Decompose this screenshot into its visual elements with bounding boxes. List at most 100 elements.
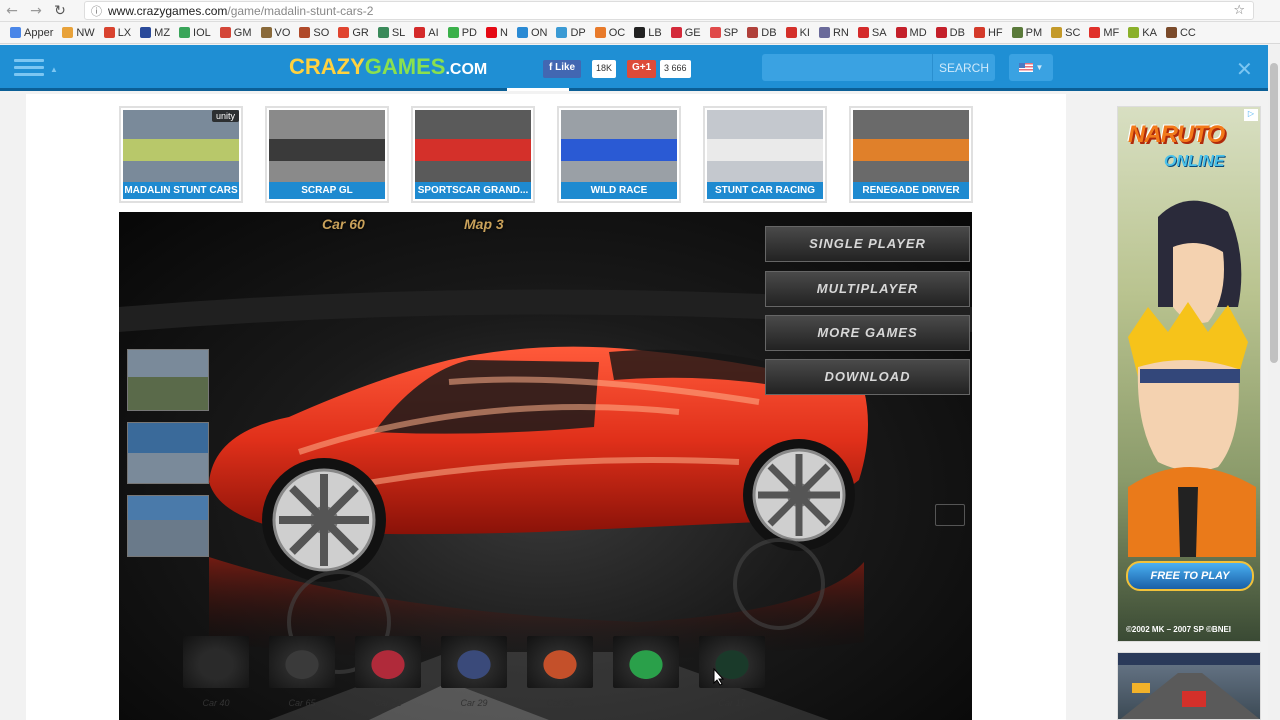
car-option-label: Car 64 (632, 698, 660, 708)
racing-ad-banner[interactable] (1117, 652, 1261, 720)
bookmark-item[interactable]: AI (414, 27, 439, 39)
game-thumbnail-label: RENEGADE DRIVER (853, 182, 969, 199)
google-plus-count: 3 666 (660, 60, 691, 78)
bookmark-item[interactable]: SA (857, 27, 887, 39)
bookmark-item[interactable]: MF (1089, 27, 1119, 39)
bookmark-item[interactable]: DP (556, 27, 586, 39)
bookmark-label: MD (909, 26, 927, 39)
bookmark-item[interactable]: PD (447, 27, 477, 39)
bookmark-favicon-icon (516, 27, 528, 38)
back-icon[interactable]: ← (0, 3, 24, 19)
mouse-cursor-icon (713, 668, 725, 686)
bookmark-item[interactable]: DB (935, 26, 965, 39)
bookmark-item[interactable]: N (485, 27, 508, 39)
game-canvas[interactable]: Car 60 Map 3 SINGLE PLAYER MULTIPLAYER MOR… (119, 212, 972, 720)
bookmark-label: GM (233, 26, 252, 39)
bookmark-item[interactable]: KA (1128, 27, 1157, 39)
bookmark-label: KA (1142, 26, 1157, 39)
forward-icon[interactable]: → (24, 3, 48, 19)
bookmark-favicon-icon (818, 27, 830, 38)
bookmark-item[interactable]: DB (747, 27, 777, 39)
car-option[interactable] (527, 636, 593, 688)
bookmark-item[interactable]: SC (1051, 27, 1080, 39)
menu-button-more-games[interactable]: MORE GAMES (765, 315, 970, 351)
map-thumb-2[interactable] (127, 422, 209, 484)
bookmark-item[interactable]: RN (818, 27, 849, 39)
car-option-label: Car 29 (460, 698, 488, 708)
scroll-thumb[interactable] (1270, 63, 1278, 363)
car-option[interactable] (355, 636, 421, 688)
map-thumb-1[interactable] (127, 349, 209, 411)
bookmark-item[interactable]: KI (785, 27, 810, 39)
menu-caret-icon[interactable]: ▲ (50, 65, 58, 74)
address-bar[interactable]: ⓘ www.crazygames.com/game/madalin-stunt-… (84, 1, 1254, 20)
bookmark-item[interactable]: OC (594, 27, 625, 39)
facebook-like-label: Like (555, 62, 576, 73)
game-thumbnail[interactable]: STUNT CAR RACING (703, 106, 827, 203)
search-button[interactable]: SEARCH (932, 54, 995, 81)
menu-button-download[interactable]: DOWNLOAD (765, 359, 970, 395)
scrollbar[interactable] (1268, 45, 1280, 720)
car-option-label: Car 40 (202, 698, 230, 708)
game-thumbnail[interactable]: RENEGADE DRIVER (849, 106, 973, 203)
bookmark-item[interactable]: GM (219, 26, 252, 39)
bookmark-item[interactable]: LX (103, 26, 132, 39)
bookmark-label: HF (987, 26, 1003, 39)
bookmark-label: LX (117, 26, 132, 39)
car-option[interactable] (441, 636, 507, 688)
car-option[interactable] (699, 636, 765, 688)
game-thumbnail-label: WILD RACE (561, 182, 677, 199)
reload-icon[interactable]: ↻ (48, 3, 72, 19)
bookmark-item[interactable]: SP (709, 27, 738, 39)
game-thumbnail[interactable]: unity MADALIN STUNT CARS (119, 106, 243, 203)
site-header: ▲ CRAZYGAMES.COM f Like 18K G+1 3 666 SE… (0, 45, 1280, 91)
game-thumbnail[interactable]: WILD RACE (557, 106, 681, 203)
free-to-play-button[interactable]: FREE TO PLAY (1126, 561, 1254, 591)
bookmark-item[interactable]: NW (62, 27, 95, 39)
bookmark-item[interactable]: SO (299, 27, 329, 39)
bookmark-item[interactable]: GR (338, 27, 369, 39)
facebook-like-count: 18K (592, 60, 617, 78)
naruto-ad-banner[interactable]: ▷ NARUTO ONLINE FREE TO PLAY ©2002 MK – … (1117, 106, 1261, 642)
menu-button-single-player[interactable]: SINGLE PLAYER (765, 226, 970, 262)
bookmark-item[interactable]: MD (895, 26, 927, 39)
bookmark-item[interactable]: ON (516, 27, 547, 39)
info-icon[interactable]: ⓘ (91, 3, 102, 19)
site-logo[interactable]: CRAZYGAMES.COM (289, 54, 487, 80)
keyboard-icon[interactable] (935, 504, 965, 526)
bookmark-item[interactable]: GE (670, 27, 701, 39)
bookmark-item[interactable]: SL (377, 27, 405, 39)
bookmark-item[interactable]: PM (1011, 26, 1043, 39)
language-selector[interactable]: ▼ (1009, 54, 1053, 81)
bookmark-label: PM (1025, 26, 1043, 39)
map-thumb-3[interactable] (127, 495, 209, 557)
bookmark-item[interactable]: HF (973, 26, 1003, 39)
bookmark-item[interactable]: VO (260, 27, 290, 39)
menu-button-multiplayer[interactable]: MULTIPLAYER (765, 271, 970, 307)
google-plus-button[interactable]: G+1 (627, 60, 657, 78)
bookmark-favicon-icon (670, 27, 682, 38)
search-input[interactable] (762, 54, 932, 81)
menu-icon[interactable] (14, 59, 44, 77)
bookmark-item[interactable]: CC (1165, 27, 1196, 39)
bookmark-favicon-icon (895, 27, 907, 38)
facebook-like-button[interactable]: f Like (543, 60, 582, 78)
car-option[interactable] (613, 636, 679, 688)
car-option-label: Car 17 (718, 698, 746, 708)
bookmark-item[interactable]: IOL (179, 27, 211, 39)
bookmark-star-icon[interactable]: ☆ (1233, 3, 1245, 18)
bookmark-item[interactable]: LB (634, 27, 662, 39)
bookmark-favicon-icon (973, 27, 985, 38)
game-thumbnail[interactable]: SCRAP GL (265, 106, 389, 203)
game-thumbnail-image (269, 110, 385, 183)
car-option[interactable] (183, 636, 249, 688)
car-option[interactable] (269, 636, 335, 688)
close-icon[interactable]: ✕ (1236, 57, 1253, 81)
game-thumbnail[interactable]: SPORTSCAR GRAND... (411, 106, 535, 203)
bookmark-favicon-icon (299, 27, 311, 38)
bookmark-item[interactable]: MZ (140, 27, 170, 39)
bookmark-item[interactable]: Apper (10, 27, 53, 39)
bookmarks-bar: Apper NW LX MZ IOL GM VO SO GR SL AI PD N ON DP OC LB GE S… (0, 22, 1280, 44)
bookmark-label: DB (949, 26, 965, 39)
bookmark-label: MZ (154, 26, 171, 39)
